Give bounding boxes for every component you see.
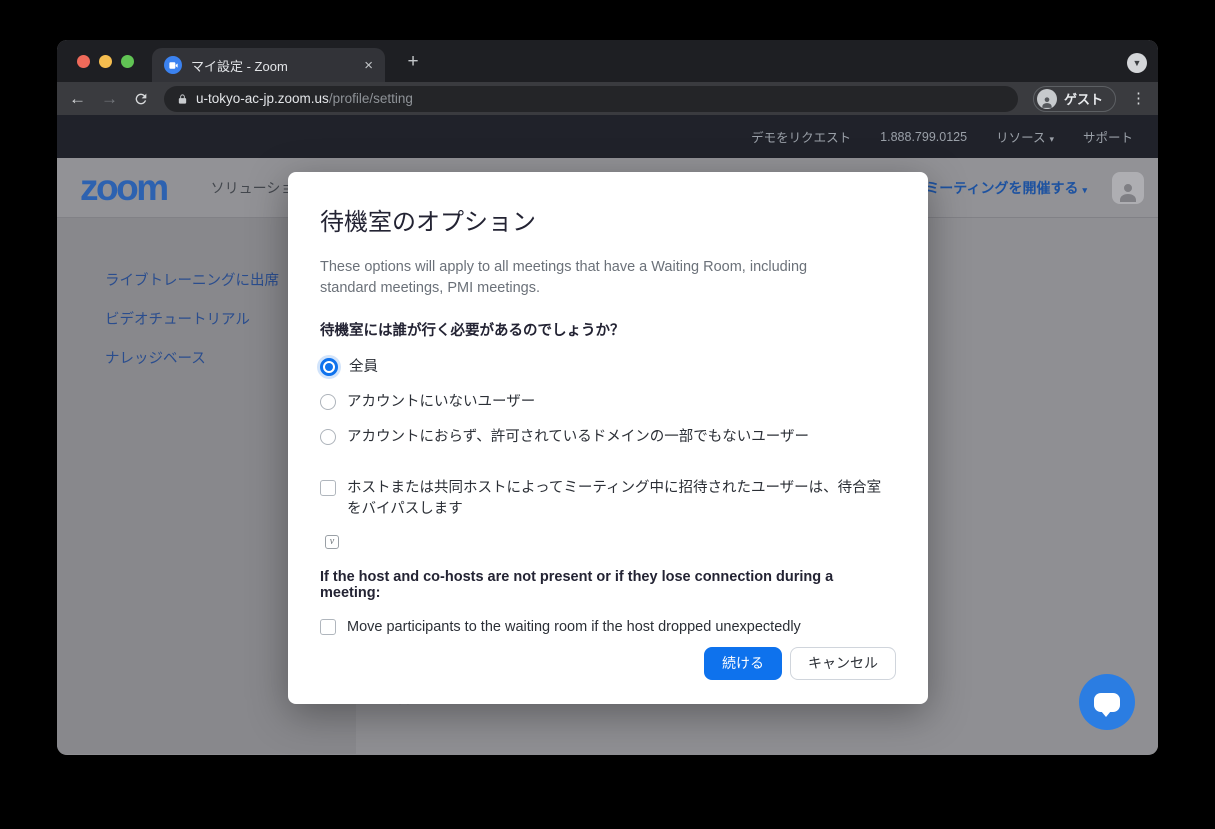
resources-link[interactable]: リソース▾ [996,127,1054,146]
lock-icon [177,93,188,105]
tab-close-icon[interactable]: × [364,58,373,73]
back-icon[interactable]: ← [69,90,86,107]
address-bar[interactable]: u-tokyo-ac-jp.zoom.us/profile/setting [164,86,1018,112]
url-path: /profile/setting [329,91,413,106]
radio-icon[interactable] [320,429,336,445]
radio-option-users-not-in-account[interactable]: アカウントにいないユーザー [320,385,896,420]
cancel-button[interactable]: キャンセル [790,647,896,680]
host-presence-heading: If the host and co-hosts are not present… [320,569,896,601]
browser-menu-icon[interactable]: ⋮ [1131,91,1146,106]
new-tab-button[interactable]: + [401,50,425,74]
chevron-down-icon: ▾ [1082,185,1087,195]
host-meeting-link[interactable]: ミーティングを開催する▾ [925,178,1087,198]
zoom-favicon-icon [164,56,182,74]
radio-option-everyone[interactable]: 全員 [320,350,896,385]
waiting-room-options-dialog: 待機室のオプション These options will apply to al… [288,172,928,704]
zoom-logo[interactable]: zoom [80,169,167,206]
support-link[interactable]: サポート [1083,127,1133,146]
phone-number[interactable]: 1.888.799.0125 [880,130,967,144]
profile-guest-button[interactable]: ゲスト [1033,86,1116,112]
guest-avatar-icon [1037,89,1057,109]
checkbox-icon[interactable] [320,619,336,635]
site-topbar: デモをリクエスト 1.888.799.0125 リソース▾ サポート [57,115,1158,158]
checkbox-icon[interactable] [320,480,336,496]
move-participants-checkbox-row[interactable]: Move participants to the waiting room if… [320,610,896,645]
dialog-description: These options will apply to all meetings… [320,257,860,299]
tab-title: マイ設定 - Zoom [191,56,364,75]
guest-label: ゲスト [1064,89,1103,108]
chat-bubble-icon [1094,693,1120,712]
browser-toolbar: ← → u-tokyo-ac-jp.zoom.us/profile/settin… [57,82,1158,115]
radio-icon[interactable] [320,394,336,410]
url-domain: u-tokyo-ac-jp.zoom.us [196,91,329,106]
tab-strip: マイ設定 - Zoom × + ▼ [57,40,1158,82]
chat-support-button[interactable] [1079,674,1135,730]
browser-window: マイ設定 - Zoom × + ▼ ← → u-tokyo-ac-jp.zoom… [57,40,1158,755]
broken-glyph-badge: v [325,535,339,549]
reload-icon[interactable] [133,91,149,107]
dialog-title: 待機室のオプション [320,202,896,237]
dialog-footer: 続ける キャンセル [704,647,896,680]
bypass-waiting-room-checkbox-row[interactable]: ホストまたは共同ホストによってミーティング中に招待されたユーザーは、待合室をバイ… [320,471,896,527]
request-demo-link[interactable]: デモをリクエスト [751,127,851,146]
radio-option-users-not-in-domain[interactable]: アカウントにおらず、許可されているドメインの一部でもないユーザー [320,420,896,455]
continue-button[interactable]: 続ける [704,647,782,680]
forward-icon[interactable]: → [101,90,118,107]
close-window-button[interactable] [77,55,90,68]
minimize-window-button[interactable] [99,55,112,68]
traffic-lights [77,55,134,68]
browser-tab[interactable]: マイ設定 - Zoom × [152,48,385,82]
dialog-question: 待機室には誰が行く必要があるのでしょうか？ [320,319,896,340]
tab-search-chevron-icon[interactable]: ▼ [1127,53,1147,73]
account-avatar[interactable] [1112,172,1144,204]
zoom-window-button[interactable] [121,55,134,68]
radio-selected-icon[interactable] [320,358,338,376]
chevron-down-icon: ▾ [1049,134,1054,144]
